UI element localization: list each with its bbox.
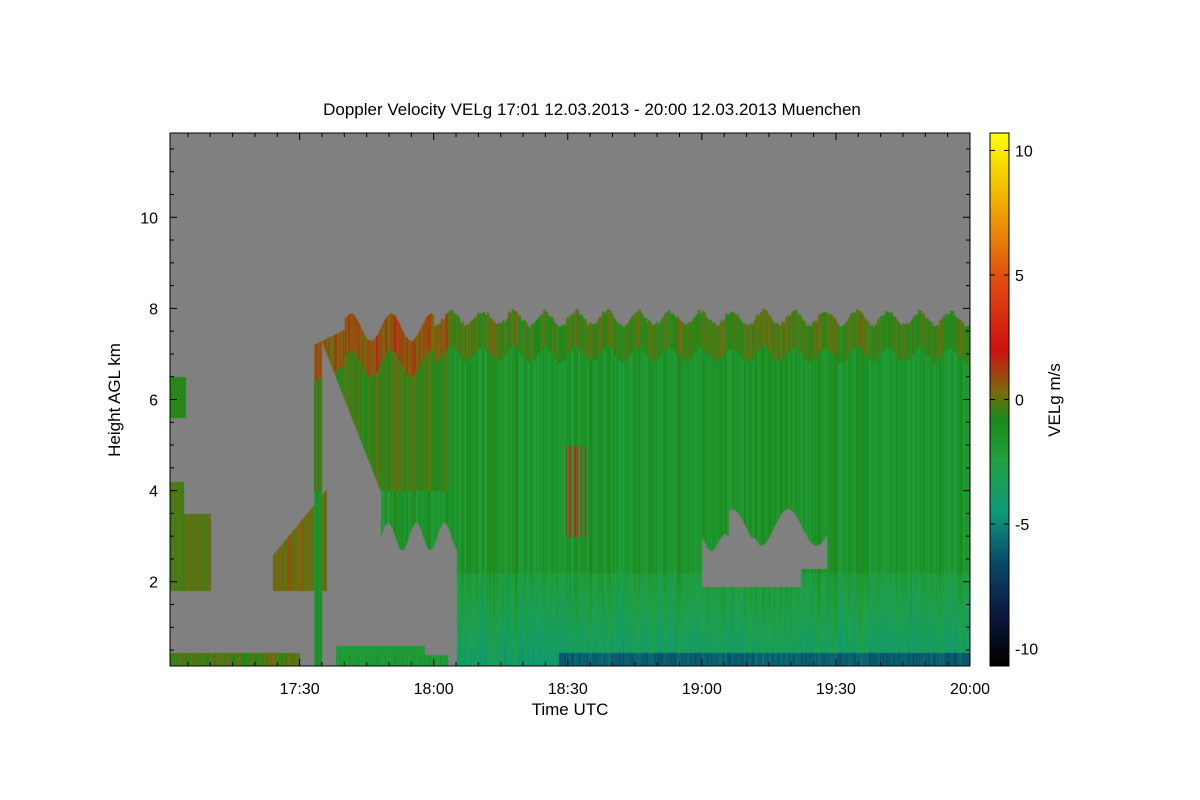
x-tick-label: 20:00 (950, 681, 990, 698)
y-tick-label: 6 (149, 393, 158, 410)
colorbar: 10 5 0 -5 -10 VELg m/s (989, 132, 1064, 667)
colorbar-tick-label: -5 (1015, 517, 1029, 534)
radar-echo-layer (170, 133, 970, 666)
radar-plot: Doppler Velocity VELg 17:01 12.03.2013 -… (0, 0, 1200, 800)
colorbar-tick-label: 10 (1015, 143, 1033, 160)
x-tick-label: 19:00 (682, 681, 722, 698)
doppler-velocity-field (170, 133, 970, 666)
chart-title: Doppler Velocity VELg 17:01 12.03.2013 -… (323, 100, 861, 119)
x-axis-label: Time UTC (532, 700, 609, 719)
x-tick-label: 18:00 (414, 681, 454, 698)
chart-svg: Doppler Velocity VELg 17:01 12.03.2013 -… (105, 100, 1064, 719)
x-tick-label: 17:30 (280, 681, 320, 698)
colorbar-tick-label: 5 (1015, 268, 1024, 285)
y-tick-label: 8 (149, 301, 158, 318)
x-tick-label: 18:30 (548, 681, 588, 698)
x-tick-label: 19:30 (816, 681, 856, 698)
plot-area (169, 132, 971, 667)
y-tick-label: 4 (149, 484, 158, 501)
y-tick-label: 10 (140, 210, 158, 227)
colorbar-label: VELg m/s (1045, 363, 1064, 437)
colorbar-tick-label: 0 (1015, 393, 1024, 410)
y-tick-label: 2 (149, 575, 158, 592)
y-axis-label: Height AGL km (105, 343, 124, 457)
colorbar-tick-label: -10 (1015, 642, 1038, 659)
